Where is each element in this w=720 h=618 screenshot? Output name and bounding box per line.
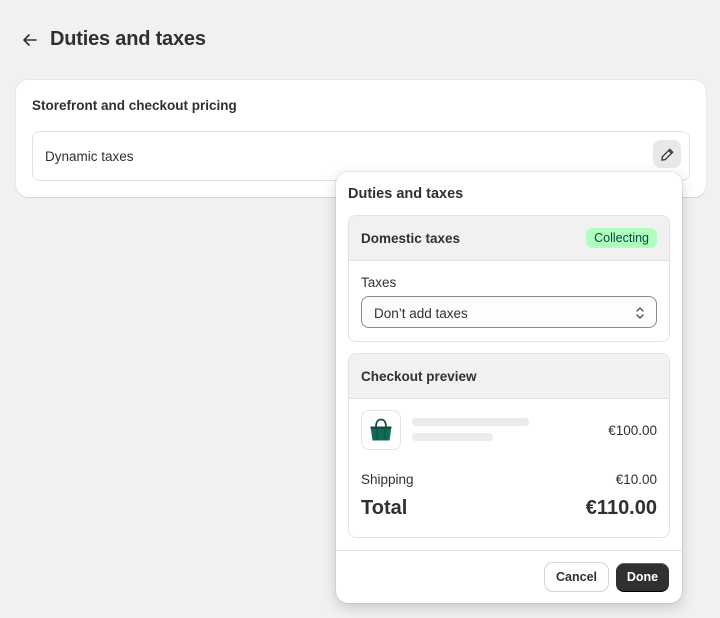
total-value: €110.00 — [585, 497, 657, 519]
back-button[interactable] — [20, 30, 40, 50]
arrow-left-icon — [23, 33, 37, 46]
edit-button[interactable] — [653, 140, 681, 168]
domestic-taxes-header: Domestic taxes Collecting — [349, 216, 669, 261]
checkout-preview-header: Checkout preview — [349, 354, 669, 399]
product-price: €100.00 — [608, 423, 657, 438]
page-title: Duties and taxes — [50, 28, 206, 50]
checkout-preview-section: Checkout preview €100.00 Shipping €10.00… — [348, 353, 670, 538]
popover-footer: Cancel Done — [336, 550, 682, 603]
checkout-preview-title: Checkout preview — [361, 369, 477, 384]
domestic-taxes-section: Domestic taxes Collecting Taxes Don’t ad… — [348, 215, 670, 342]
product-title-skeleton — [412, 418, 529, 426]
shopping-bag-icon — [370, 418, 392, 441]
product-meta-skeleton — [412, 433, 493, 441]
select-chevrons-icon — [636, 307, 644, 319]
taxes-select-value: Don’t add taxes — [374, 306, 468, 321]
shipping-value: €10.00 — [615, 472, 657, 487]
status-badge: Collecting — [586, 228, 657, 248]
page-header: Duties and taxes — [20, 28, 206, 51]
shipping-label: Shipping — [361, 472, 414, 487]
done-button[interactable]: Done — [616, 563, 669, 591]
product-thumbnail — [361, 410, 401, 450]
taxes-field-label: Taxes — [361, 275, 397, 290]
card-heading: Storefront and checkout pricing — [32, 98, 237, 113]
cancel-button[interactable]: Cancel — [545, 563, 608, 591]
duties-taxes-popover: Duties and taxes Domestic taxes Collecti… — [336, 172, 682, 603]
pencil-icon — [660, 148, 673, 161]
domestic-taxes-title: Domestic taxes — [361, 231, 461, 246]
dynamic-taxes-label: Dynamic taxes — [45, 149, 134, 164]
total-label: Total — [361, 497, 408, 519]
popover-title: Duties and taxes — [348, 186, 464, 202]
taxes-select[interactable]: Don’t add taxes — [361, 296, 657, 328]
